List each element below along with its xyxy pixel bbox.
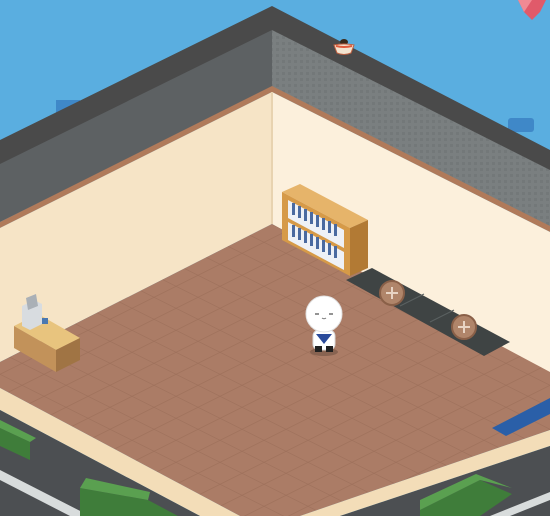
- add-slot-2[interactable]: [448, 312, 480, 342]
- room-scene: [0, 0, 550, 516]
- red-gem-icon[interactable]: [514, 0, 550, 22]
- background-building-right: [508, 118, 534, 132]
- add-slot-1[interactable]: [376, 278, 408, 308]
- plus-icon: [379, 280, 405, 306]
- plus-icon: [451, 314, 477, 340]
- ramen-bowl-icon[interactable]: [331, 33, 357, 59]
- player-character[interactable]: [296, 292, 352, 358]
